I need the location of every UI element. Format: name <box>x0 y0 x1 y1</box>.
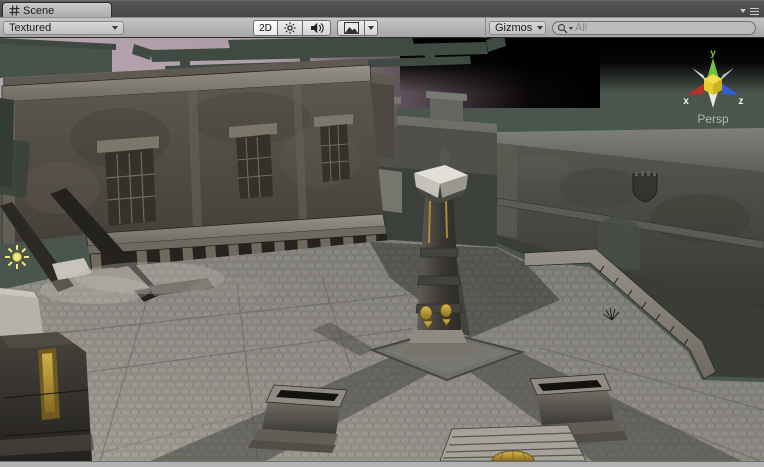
chevron-down-icon <box>368 26 374 30</box>
speaker-icon <box>310 22 324 34</box>
search-scope-dropdown-icon[interactable] <box>569 27 573 30</box>
chevron-down-icon <box>537 26 543 30</box>
gizmos-dropdown[interactable]: Gizmos <box>489 21 546 35</box>
sun-icon <box>284 22 296 34</box>
pane-controls <box>740 6 759 17</box>
chevron-down-icon <box>112 26 118 30</box>
toggle-2d-button[interactable]: 2D <box>253 20 278 36</box>
search-icon <box>557 23 568 34</box>
scene-toolbar: Textured 2D <box>0 17 764 38</box>
projection-label[interactable]: Persp <box>697 112 729 126</box>
tab-scene[interactable]: Scene <box>2 2 112 18</box>
effects-controls <box>337 20 378 36</box>
tab-bar: Scene <box>0 0 764 17</box>
tab-label: Scene <box>23 5 54 17</box>
scene-viewport[interactable]: y x z Persp <box>0 38 764 461</box>
window-bottom-edge <box>0 461 764 467</box>
z-axis-label[interactable]: z <box>739 96 744 107</box>
render-mode-dropdown[interactable]: Textured <box>3 21 124 35</box>
x-axis-label[interactable]: x <box>683 96 689 107</box>
effects-toggle-button[interactable] <box>337 20 365 36</box>
pane-menu-icon[interactable] <box>750 6 759 17</box>
lighting-toggle-button[interactable] <box>278 20 303 36</box>
toolbar-divider <box>485 18 486 39</box>
render-mode-value: Textured <box>9 22 51 34</box>
y-axis-label[interactable]: y <box>710 48 716 59</box>
gizmos-label: Gizmos <box>495 22 532 34</box>
search-scope-label: All <box>575 22 587 34</box>
shield-emblem <box>633 171 657 202</box>
image-icon <box>344 22 359 34</box>
directional-light-gizmo[interactable] <box>5 245 29 269</box>
effects-dropdown-button[interactable] <box>365 20 378 36</box>
unity-scene-window: Scene Textured 2D <box>0 0 764 467</box>
view-toggles: 2D <box>253 20 331 36</box>
search-field[interactable]: All <box>552 21 756 35</box>
scene-render: y x z Persp <box>0 38 764 461</box>
grid-icon <box>9 5 20 16</box>
audio-toggle-button[interactable] <box>303 20 331 36</box>
pane-dropdown-icon[interactable] <box>740 9 746 13</box>
